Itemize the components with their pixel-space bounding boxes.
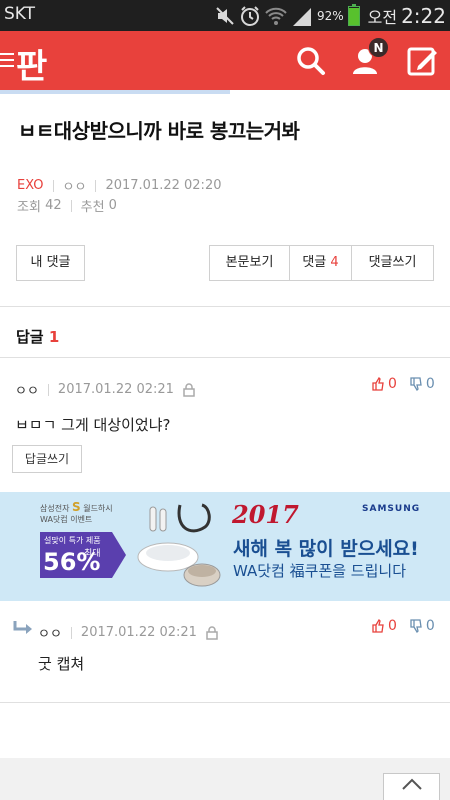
post-category[interactable]: EXO bbox=[17, 178, 44, 193]
comment-text: 굿 캡쳐 bbox=[38, 655, 85, 673]
pann-logo[interactable]: 판 bbox=[16, 39, 47, 88]
ad-brand-logo: SAMSUNG bbox=[362, 504, 421, 514]
notification-badge: N bbox=[368, 37, 389, 58]
upvote-count: 0 bbox=[388, 618, 397, 634]
ad-headline: 새해 복 많이 받으세요! bbox=[233, 538, 419, 560]
menu-icon[interactable] bbox=[0, 53, 14, 67]
battery-fill bbox=[348, 7, 359, 25]
view-body-button[interactable]: 본문보기 bbox=[210, 246, 290, 280]
reply-arrow-icon bbox=[13, 621, 32, 634]
ad-subline: WA닷컴 福쿠폰을 드립니다 bbox=[233, 562, 407, 580]
section-divider bbox=[0, 702, 450, 703]
signal-icon bbox=[292, 7, 311, 26]
status-bar: SKT 92% 오전 2:22 bbox=[0, 0, 450, 31]
write-comment-button[interactable]: 댓글쓰기 bbox=[352, 246, 433, 280]
app-header: 판 N bbox=[0, 31, 450, 90]
divider bbox=[70, 626, 72, 639]
battery-percent: 92% bbox=[316, 8, 344, 23]
read-progress-line bbox=[0, 90, 230, 94]
ad-event-line2: WA닷컴 이벤트 bbox=[40, 515, 93, 524]
ad-arrow-shape bbox=[112, 532, 126, 578]
comment-meta: ㅇㅇ 2017.01.22 02:21 bbox=[38, 623, 219, 642]
views-label: 조회 bbox=[17, 200, 41, 215]
upvote-count: 0 bbox=[388, 376, 397, 392]
section-divider bbox=[0, 357, 450, 358]
my-comments-button[interactable]: 내 댓글 bbox=[16, 245, 85, 281]
comments-button[interactable]: 댓글 4 bbox=[290, 246, 352, 280]
section-divider bbox=[0, 306, 450, 307]
carrier-label: SKT bbox=[4, 4, 36, 24]
post-author: ㅇㅇ bbox=[62, 180, 87, 195]
comment-text: ㅂㅁㄱ 그게 대상이었냐? bbox=[15, 416, 171, 434]
comment-meta: ㅇㅇ 2017.01.22 02:21 bbox=[15, 380, 196, 399]
comment-votes: 0 0 bbox=[371, 376, 435, 392]
battery-icon bbox=[347, 3, 360, 26]
likes-label: 추천 bbox=[80, 200, 105, 215]
ad-event-line1: 삼성전자 bbox=[40, 504, 70, 513]
ad-event-label: 삼성전자 S 월드하시 WA닷컴 이벤트 bbox=[40, 500, 113, 525]
comment-votes: 0 0 bbox=[371, 618, 435, 634]
downvote-count: 0 bbox=[425, 376, 435, 392]
likes-count: 0 bbox=[108, 198, 117, 213]
ampm-label: 오전 bbox=[367, 7, 398, 27]
downvote-button[interactable]: 0 bbox=[409, 618, 435, 634]
divider bbox=[52, 179, 54, 192]
comment-date: 2017.01.22 02:21 bbox=[80, 625, 197, 640]
search-icon[interactable] bbox=[294, 44, 328, 78]
replies-header: 답글 1 bbox=[16, 326, 59, 347]
write-reply-button[interactable]: 답글쓰기 bbox=[12, 445, 82, 473]
clock: 2:22 bbox=[401, 3, 446, 28]
comment-author: ㅇㅇ bbox=[15, 384, 39, 399]
comment-date: 2017.01.22 02:21 bbox=[57, 382, 174, 397]
ad-event-line1b: 월드하시 bbox=[83, 504, 113, 513]
thumbs-down-icon bbox=[410, 619, 422, 633]
ad-product-image bbox=[137, 503, 221, 587]
chevron-up-icon bbox=[401, 778, 422, 790]
divider bbox=[70, 199, 72, 212]
comment-author: ㅇㅇ bbox=[38, 627, 62, 642]
ad-event-mark: S bbox=[72, 500, 81, 514]
alarm-icon bbox=[240, 5, 259, 26]
report-icon[interactable] bbox=[205, 625, 219, 640]
ad-banner[interactable]: 삼성전자 S 월드하시 WA닷컴 이벤트 설맞이 특가 제품 최대 56% 20… bbox=[0, 492, 450, 601]
ad-discount-box: 설맞이 특가 제품 최대 56% bbox=[40, 532, 112, 578]
wifi-icon bbox=[265, 7, 287, 25]
replies-count: 1 bbox=[48, 328, 60, 346]
comments-count: 4 bbox=[330, 255, 339, 270]
replies-label: 답글 bbox=[16, 328, 44, 346]
post-title: ㅂㅌ대상받으니까 바로 봉끄는거봐 bbox=[18, 119, 300, 143]
mute-icon bbox=[216, 6, 234, 25]
comments-label: 댓글 bbox=[302, 255, 327, 270]
report-icon[interactable] bbox=[182, 382, 196, 397]
post-date: 2017.01.22 02:20 bbox=[105, 178, 222, 193]
comment-action-group: 본문보기 댓글 4 댓글쓰기 bbox=[209, 245, 434, 281]
upvote-button[interactable]: 0 bbox=[371, 618, 397, 634]
ad-discount-label: 설맞이 특가 제품 bbox=[44, 536, 101, 545]
post-meta: EXO ㅇㅇ 2017.01.22 02:20 bbox=[17, 176, 221, 195]
ad-year: 2017 bbox=[232, 500, 299, 529]
divider bbox=[95, 179, 97, 192]
write-icon[interactable] bbox=[406, 44, 440, 78]
thumbs-up-icon bbox=[372, 619, 384, 633]
views-count: 42 bbox=[45, 198, 62, 213]
post-stats: 조회 42 추천 0 bbox=[17, 196, 117, 215]
divider bbox=[47, 383, 49, 396]
downvote-count: 0 bbox=[425, 618, 435, 634]
upvote-button[interactable]: 0 bbox=[371, 376, 397, 392]
thumbs-down-icon bbox=[410, 377, 422, 391]
downvote-button[interactable]: 0 bbox=[409, 376, 435, 392]
scroll-top-button[interactable] bbox=[383, 773, 440, 800]
thumbs-up-icon bbox=[372, 377, 384, 391]
ad-discount-value: 56% bbox=[43, 548, 101, 576]
